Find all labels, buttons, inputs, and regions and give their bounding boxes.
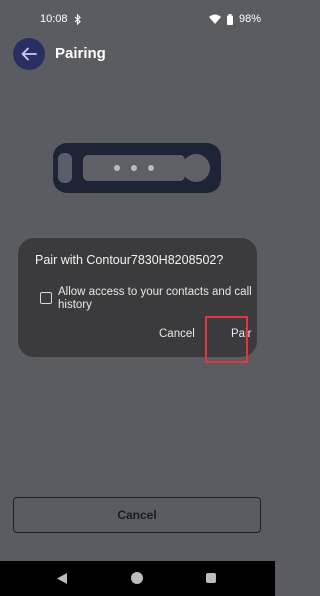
nav-home-icon[interactable] xyxy=(131,572,143,584)
arrow-left-icon xyxy=(21,47,37,61)
navigation-bar xyxy=(0,561,275,596)
bluetooth-icon xyxy=(74,13,81,25)
dialog-cancel-button[interactable]: Cancel xyxy=(159,328,195,340)
nav-back-icon[interactable] xyxy=(57,573,67,584)
device-illustration xyxy=(53,143,221,193)
contacts-access-checkbox[interactable] xyxy=(40,292,52,304)
contacts-access-label[interactable]: Allow access to your contacts and call h… xyxy=(58,286,253,312)
cancel-button[interactable]: Cancel xyxy=(13,497,261,533)
pair-button-highlight xyxy=(205,316,248,363)
clock: 10:08 xyxy=(40,13,68,25)
device-display xyxy=(83,155,185,181)
nav-recents-icon[interactable] xyxy=(206,573,216,583)
back-button[interactable] xyxy=(13,38,45,70)
wifi-icon xyxy=(208,14,221,24)
status-right: 98% xyxy=(208,13,261,25)
display-dot xyxy=(114,165,120,171)
app-bar: Pairing xyxy=(0,38,275,70)
page-title: Pairing xyxy=(55,45,106,62)
device-button xyxy=(182,154,210,182)
battery-level: 98% xyxy=(238,13,261,25)
display-dot xyxy=(148,165,154,171)
dialog-title: Pair with Contour7830H8208502? xyxy=(35,253,224,267)
status-left: 10:08 xyxy=(40,13,81,25)
status-bar: 10:08 98% xyxy=(0,0,275,38)
device-end-cap xyxy=(58,153,72,183)
display-dot xyxy=(131,165,137,171)
battery-icon xyxy=(226,13,233,25)
